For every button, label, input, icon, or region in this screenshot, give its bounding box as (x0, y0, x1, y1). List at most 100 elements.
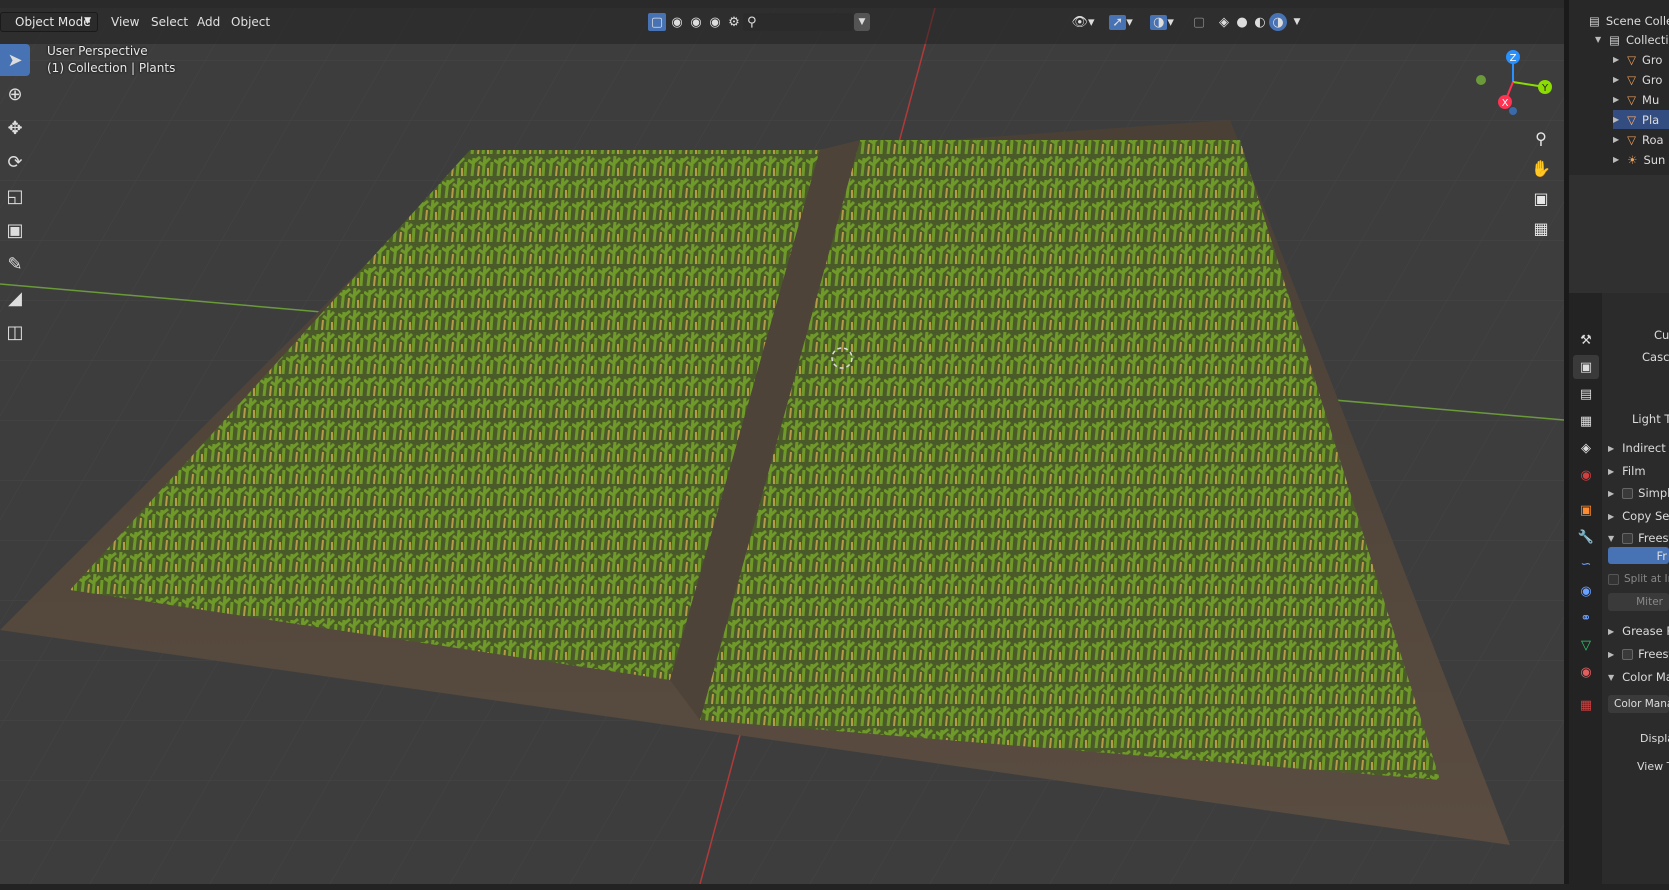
view-perspective-label: User Perspective (47, 44, 148, 58)
pan-hand-icon[interactable]: ✋ (1526, 155, 1556, 181)
annotate-tool-icon[interactable]: ✎ (0, 248, 30, 280)
outliner-collection-row[interactable]: ▼ ▤ Collecti (1595, 30, 1669, 49)
zoom-icon[interactable]: ⚲ (1526, 125, 1556, 151)
properties-tabs: ⚒ ▣ ▤ ▦ ◈ ◉ ▣ 🔧 ∽ ◉ ⚭ ▽ ◉ ▦ (1569, 293, 1602, 890)
top-strip (0, 0, 1669, 8)
gizmo-y-label: Y (1541, 83, 1549, 94)
expand-right-icon: ▶ (1613, 95, 1620, 104)
outliner-item[interactable]: ▶ ▽ Roa (1613, 130, 1669, 149)
tool-settings-icon[interactable]: ⚒ (1573, 328, 1599, 352)
split-at-invalid-option[interactable]: Split at In (1608, 569, 1669, 589)
shading-icon[interactable]: ◉ (706, 13, 724, 31)
add-cube-tool-icon[interactable]: ◫ (0, 316, 30, 348)
expand-right-icon: ▶ (1613, 135, 1620, 144)
rotate-tool-icon[interactable]: ⟳ (0, 146, 30, 178)
object-data-icon[interactable]: ▽ (1573, 633, 1599, 657)
prop-view-transform: View T (1637, 759, 1669, 773)
solid-shading-icon[interactable]: ● (1233, 13, 1251, 31)
overlay-toggle-icon[interactable]: ◑ ▾ (1145, 13, 1179, 31)
prop-display-device: Displa (1640, 731, 1669, 745)
render-icon[interactable]: ▣ (1573, 355, 1599, 379)
outliner-item[interactable]: ▶ ▽ Gro (1613, 50, 1669, 69)
visibility-icon[interactable]: 👁▾ (1068, 13, 1098, 31)
prop-cube-size: Cu (1654, 328, 1669, 342)
3d-viewport[interactable]: Object Mode ▼ View Select Add Object ▢ ◉… (0, 0, 1564, 884)
material-shading-icon[interactable]: ◐ (1251, 13, 1269, 31)
menu-add[interactable]: Add (197, 12, 220, 32)
measure-tool-icon[interactable]: ◢ (0, 282, 30, 314)
miter-select[interactable]: Miter (1608, 593, 1669, 611)
output-icon[interactable]: ▤ (1573, 382, 1599, 406)
color-management-preset-button[interactable]: Color Mana (1608, 695, 1669, 713)
expand-right-icon: ▶ (1608, 511, 1615, 521)
panel-grease-pencil[interactable]: ▶ Grease P (1608, 621, 1669, 641)
expand-right-icon: ▶ (1608, 466, 1615, 476)
panel-simplify[interactable]: ▶Simplif (1608, 483, 1669, 503)
constraints-icon[interactable]: ⚭ (1573, 606, 1599, 630)
outliner-item[interactable]: ▶ ▽ Mu (1613, 90, 1669, 109)
gear-icon[interactable]: ⚙ (725, 13, 743, 31)
menu-select[interactable]: Select (151, 12, 188, 32)
move-tool-icon[interactable]: ✥ (0, 112, 30, 144)
mesh-object-icon: ▽ (1627, 72, 1637, 87)
grid-view-icon[interactable]: ▦ (1526, 215, 1556, 241)
menu-object[interactable]: Object (231, 12, 270, 32)
outliner-item-active[interactable]: ▶ ▽ Pla (1613, 110, 1669, 129)
xray-icon[interactable]: ▢ (1190, 13, 1208, 31)
panel-freestyle-2[interactable]: ▶Freest (1608, 644, 1669, 664)
panel-freestyle[interactable]: ▼Freest (1608, 528, 1669, 548)
gizmo-z-label: Z (1510, 53, 1517, 64)
scene-icon[interactable]: ◈ (1573, 436, 1599, 460)
wireframe-shading-icon[interactable]: ◈ (1215, 13, 1233, 31)
scene-collection-icon: ▤ (1589, 13, 1600, 28)
outliner-item[interactable]: ▶ ▽ Gro (1613, 70, 1669, 89)
expand-right-icon: ▶ (1608, 626, 1615, 636)
freestyle-checkbox[interactable] (1622, 532, 1634, 544)
world-icon[interactable]: ◉ (1573, 463, 1599, 487)
panel-film[interactable]: ▶ Film (1608, 461, 1646, 481)
view-layer-icon[interactable]: ▦ (1573, 409, 1599, 433)
chevron-down-icon[interactable]: ▼ (1290, 13, 1304, 31)
panel-indirect-lighting[interactable]: ▶Indirect L (1608, 438, 1669, 458)
shading-icon[interactable]: ◉ (687, 13, 705, 31)
navigation-gizmo[interactable]: Z Y X (1470, 45, 1560, 120)
search-input[interactable]: ⚲ (743, 13, 853, 31)
menu-view[interactable]: View (111, 12, 139, 32)
gizmo-x-label: X (1502, 98, 1509, 109)
expand-down-icon: ▼ (1608, 672, 1615, 682)
gizmo-toggle-icon[interactable]: ➚ ▾ (1104, 13, 1138, 31)
modifier-wrench-icon[interactable]: 🔧 (1573, 525, 1599, 549)
mesh-object-icon: ▽ (1627, 132, 1637, 147)
panel-color-management[interactable]: ▼Color Mar (1608, 667, 1669, 687)
tool-shelf: ➤ ⊕ ✥ ⟳ ◱ ▣ ✎ ◢ ◫ (0, 44, 30, 350)
camera-icon[interactable]: ▣ (1526, 185, 1556, 211)
outliner-panel: ▤ Scene Colle ▼ ▤ Collecti ▶ ▽ Gro ▶ ▽ Gro ▶ ▽ Mu… (1569, 0, 1669, 175)
split-checkbox[interactable] (1608, 573, 1619, 585)
expand-right-icon: ▶ (1613, 155, 1620, 164)
transform-tool-icon[interactable]: ▣ (0, 214, 30, 246)
select-tool-icon[interactable]: ➤ (0, 44, 30, 76)
outliner-scene-row[interactable]: ▤ Scene Colle (1589, 11, 1669, 30)
outliner-item[interactable]: ▶ ☀ Sun (1613, 150, 1669, 169)
freestyle2-checkbox[interactable] (1622, 648, 1634, 660)
cursor-tool-icon[interactable]: ⊕ (0, 78, 30, 110)
texture-icon[interactable]: ▦ (1573, 693, 1599, 717)
status-bar (0, 884, 1669, 890)
object-icon[interactable]: ▣ (1573, 498, 1599, 522)
shading-icon[interactable]: ◉ (668, 13, 686, 31)
material-icon[interactable]: ◉ (1573, 660, 1599, 684)
panel-copy-settings[interactable]: ▶ Copy Set (1608, 506, 1669, 526)
scale-tool-icon[interactable]: ◱ (0, 180, 30, 212)
rendered-shading-icon[interactable]: ◑ (1269, 13, 1287, 31)
mode-selector[interactable]: Object Mode ▼ (0, 12, 98, 32)
freestyle-line-thickness-button[interactable]: Fr (1608, 547, 1669, 564)
simplify-checkbox[interactable] (1622, 487, 1634, 499)
light-object-icon: ☀ (1627, 152, 1638, 167)
select-mode-icon[interactable]: ▢ (648, 13, 666, 31)
chevron-down-icon[interactable]: ▼ (854, 13, 870, 31)
physics-icon[interactable]: ◉ (1573, 579, 1599, 603)
mesh-object-icon: ▽ (1627, 112, 1637, 127)
particles-icon[interactable]: ∽ (1573, 552, 1599, 576)
prop-light-threshold: Light Th (1632, 412, 1669, 426)
expand-right-icon: ▶ (1608, 488, 1615, 498)
